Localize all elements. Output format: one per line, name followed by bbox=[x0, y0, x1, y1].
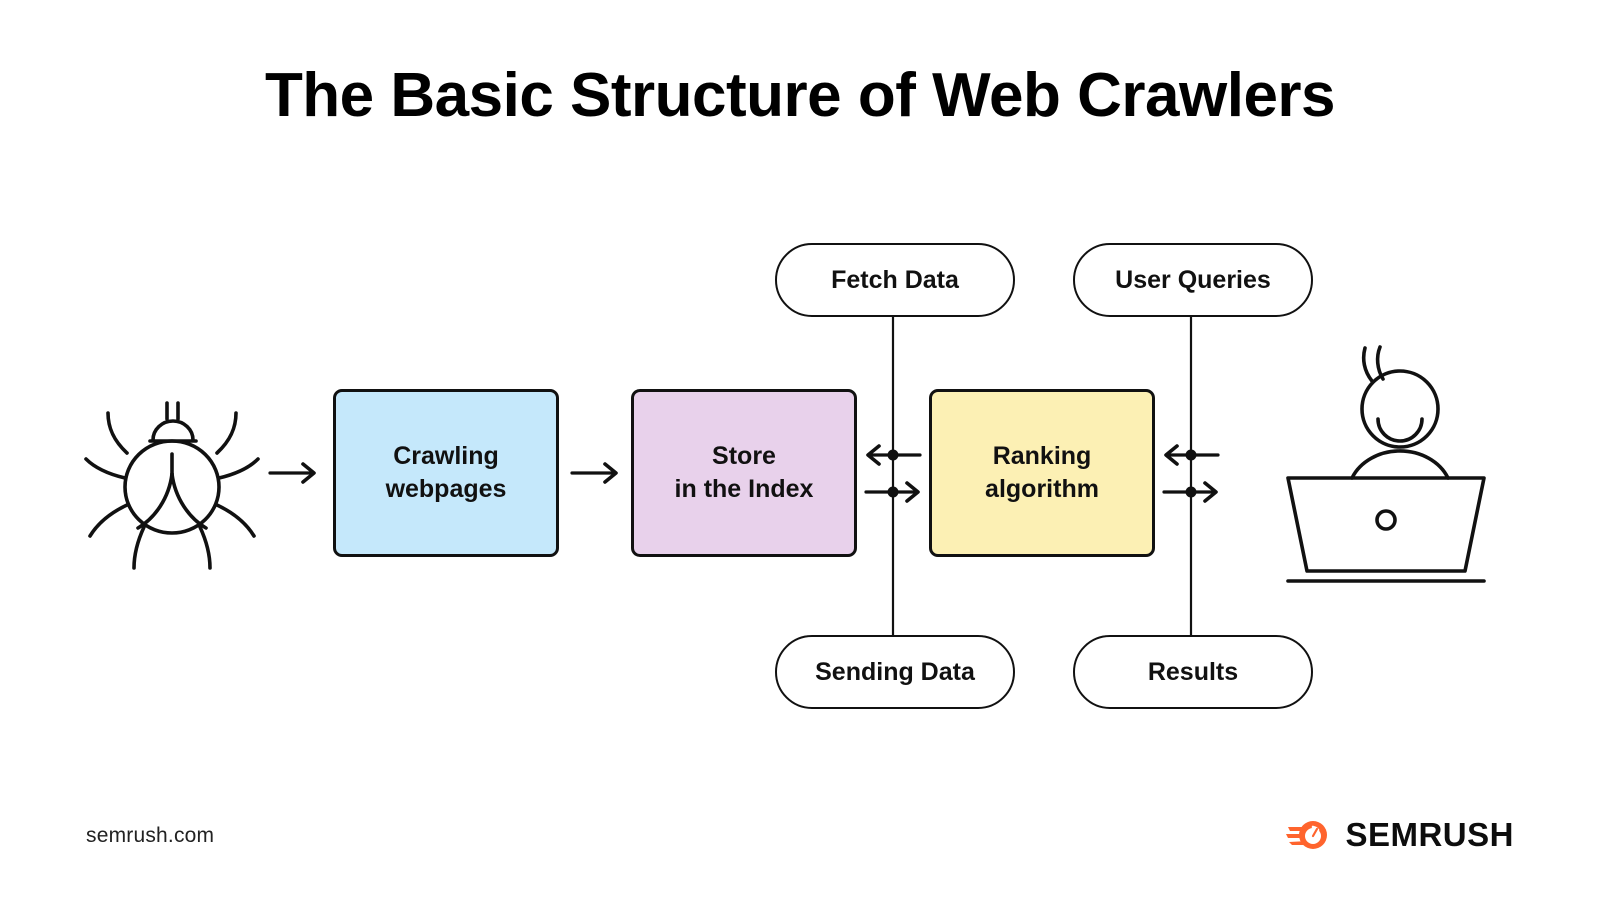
pill-sending-data-label: Sending Data bbox=[815, 657, 975, 686]
page-title: The Basic Structure of Web Crawlers bbox=[264, 61, 1336, 130]
crawling-line-2: webpages bbox=[385, 475, 507, 503]
junction-dot bbox=[1185, 486, 1197, 498]
pill-results-label: Results bbox=[1147, 657, 1239, 686]
ranking-line-2: algorithm bbox=[985, 475, 1099, 503]
process-box-crawling-label: Crawling webpages bbox=[386, 440, 507, 506]
semrush-comet-icon bbox=[1286, 821, 1328, 849]
arrow-user-to-ranking-queries bbox=[1164, 444, 1220, 466]
pill-sending-data: Sending Data bbox=[775, 635, 1015, 709]
semrush-wordmark: SEMRUSH bbox=[1345, 815, 1514, 853]
junction-dot bbox=[1185, 449, 1197, 461]
process-box-store-label: Store in the Index bbox=[675, 440, 814, 506]
process-box-ranking: Ranking algorithm bbox=[929, 389, 1155, 557]
diagram-canvas: The Basic Structure of Web Crawlers Craw… bbox=[0, 0, 1600, 898]
arrow-store-to-ranking-sending-data bbox=[864, 481, 920, 503]
spider-bug-icon bbox=[84, 401, 260, 570]
ranking-line-1: Ranking bbox=[992, 442, 1092, 470]
pill-fetch-data: Fetch Data bbox=[775, 243, 1015, 317]
process-box-ranking-label: Ranking algorithm bbox=[985, 440, 1099, 506]
arrow-crawler-to-crawling bbox=[268, 462, 316, 484]
process-box-store: Store in the Index bbox=[631, 389, 857, 557]
pill-user-queries-label: User Queries bbox=[1115, 265, 1271, 294]
store-line-2: in the Index bbox=[674, 475, 814, 503]
crawling-line-1: Crawling bbox=[393, 442, 499, 470]
arrow-ranking-to-store-fetch-data bbox=[866, 444, 922, 466]
store-line-1: Store bbox=[712, 442, 776, 470]
junction-dot bbox=[887, 449, 899, 461]
semrush-logo: SEMRUSH bbox=[1286, 812, 1514, 856]
pill-user-queries: User Queries bbox=[1073, 243, 1313, 317]
arrow-ranking-to-user-results bbox=[1162, 481, 1218, 503]
pill-results: Results bbox=[1073, 635, 1313, 709]
junction-dot bbox=[887, 486, 899, 498]
person-at-laptop-icon bbox=[1286, 345, 1486, 583]
arrow-crawling-to-store bbox=[570, 462, 618, 484]
footer-url: semrush.com bbox=[86, 824, 215, 847]
process-box-crawling: Crawling webpages bbox=[333, 389, 559, 557]
pill-fetch-data-label: Fetch Data bbox=[831, 265, 959, 294]
